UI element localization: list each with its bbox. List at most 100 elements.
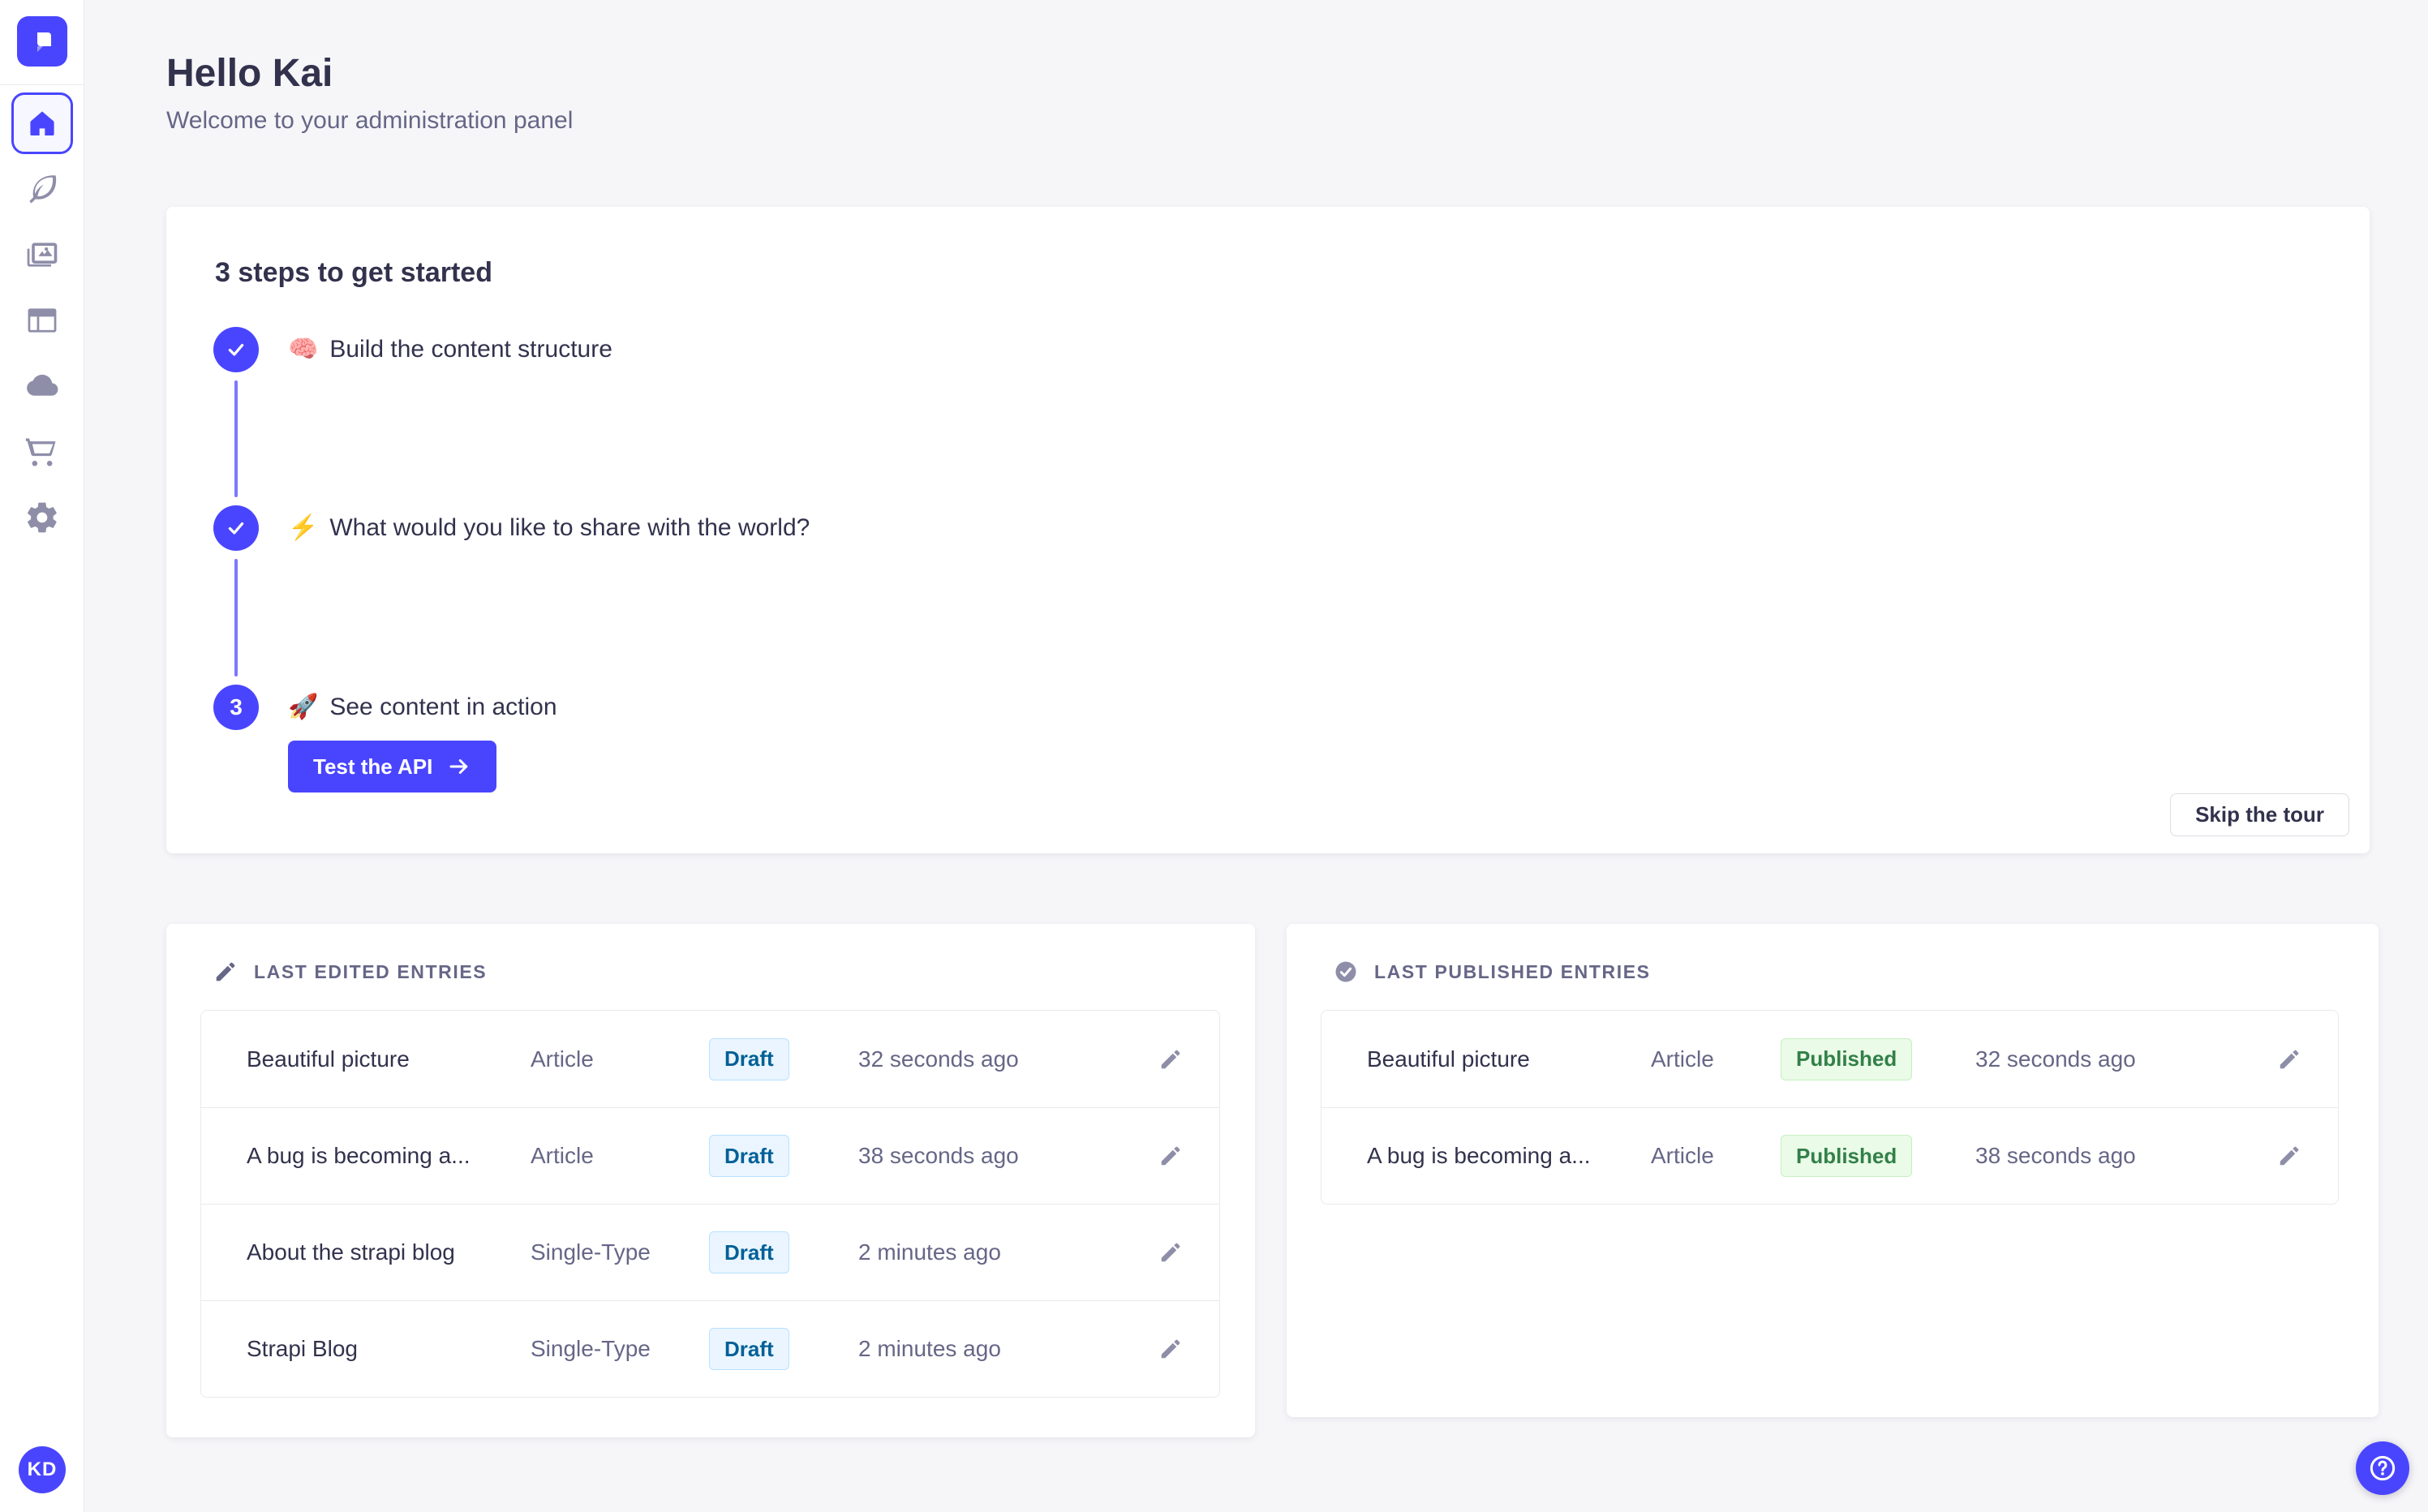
page-header: Hello Kai Welcome to your administration… <box>166 50 573 135</box>
edit-entry-button[interactable] <box>2270 1136 2309 1175</box>
status-badge: Draft <box>709 1037 789 1080</box>
edit-entry-button[interactable] <box>2270 1040 2309 1079</box>
pencil-icon <box>2280 1146 2299 1166</box>
table-row: A bug is becoming a... Article Published… <box>1321 1107 2338 1204</box>
entry-type: Single-Type <box>531 1336 651 1361</box>
entry-time: 38 seconds ago <box>1975 1143 2136 1168</box>
entry-name: Beautiful picture <box>1367 1046 1530 1072</box>
layout-icon <box>24 303 60 338</box>
last-published-panel: LAST PUBLISHED ENTRIES Beautiful picture… <box>1287 924 2379 1417</box>
sidebar-item-cloud[interactable] <box>0 353 84 419</box>
pencil-icon <box>213 960 238 984</box>
entry-type: Article <box>1651 1143 1714 1168</box>
user-avatar[interactable]: KD <box>19 1446 66 1493</box>
entry-name: Strapi Blog <box>247 1336 358 1361</box>
step-1-label: 🧠 Build the content structure <box>288 333 612 367</box>
step-3-indicator: 3 <box>213 685 259 730</box>
step-1-indicator <box>213 327 259 372</box>
question-mark-icon <box>2366 1452 2399 1484</box>
table-row: Beautiful picture Article Draft 32 secon… <box>201 1011 1219 1107</box>
pencil-icon <box>1161 1050 1180 1068</box>
pictures-icon <box>24 237 60 273</box>
entry-time: 32 seconds ago <box>1975 1046 2136 1072</box>
entry-name: Beautiful picture <box>247 1046 410 1072</box>
rocket-emoji: 🚀 <box>288 694 319 720</box>
step-1-text: Build the content structure <box>329 336 612 363</box>
skip-tour-button[interactable]: Skip the tour <box>2170 793 2349 836</box>
step-3-text: See content in action <box>329 694 557 720</box>
check-icon <box>226 339 247 360</box>
entry-name: About the strapi blog <box>247 1239 455 1265</box>
check-circle-icon <box>1334 960 1358 984</box>
gear-icon <box>24 500 60 535</box>
step-3-label: 🚀 See content in action <box>288 690 557 724</box>
entry-time: 32 seconds ago <box>858 1046 1019 1072</box>
page-title: Hello Kai <box>166 52 333 95</box>
sidebar-item-content-manager[interactable] <box>0 156 84 221</box>
onboarding-title: 3 steps to get started <box>215 257 492 288</box>
last-edited-table: Beautiful picture Article Draft 32 secon… <box>200 1010 1220 1398</box>
main-content: Hello Kai Welcome to your administration… <box>84 0 2428 1512</box>
status-badge: Draft <box>709 1231 789 1274</box>
status-badge: Draft <box>709 1135 789 1177</box>
pencil-icon <box>1161 1243 1180 1262</box>
feather-icon <box>25 172 59 206</box>
step-connector <box>234 559 238 677</box>
status-badge: Published <box>1781 1037 1913 1080</box>
sidebar-item-media-library[interactable] <box>0 221 84 287</box>
entry-type: Article <box>1651 1046 1714 1072</box>
sidebar-nav <box>0 90 84 550</box>
entry-type: Article <box>531 1046 594 1072</box>
help-button[interactable] <box>2356 1441 2409 1495</box>
last-edited-header: LAST EDITED ENTRIES <box>213 960 487 984</box>
strapi-logo[interactable] <box>17 16 67 67</box>
check-icon <box>226 518 247 539</box>
sidebar-item-marketplace[interactable] <box>0 419 84 484</box>
pencil-icon <box>2280 1050 2299 1068</box>
last-published-header: LAST PUBLISHED ENTRIES <box>1334 960 1651 984</box>
table-row: Beautiful picture Article Published 32 s… <box>1321 1011 2338 1107</box>
table-row: About the strapi blog Single-Type Draft … <box>201 1204 1219 1300</box>
entry-type: Article <box>531 1143 594 1168</box>
last-edited-title: LAST EDITED ENTRIES <box>254 960 488 982</box>
entry-time: 2 minutes ago <box>858 1239 1001 1265</box>
strapi-logo-icon <box>28 27 57 56</box>
edit-entry-button[interactable] <box>1151 1329 1190 1368</box>
test-api-button[interactable]: Test the API <box>288 741 497 793</box>
edit-entry-button[interactable] <box>1151 1233 1190 1272</box>
home-active-tile <box>11 92 73 154</box>
step-connector <box>234 380 238 497</box>
entry-name: A bug is becoming a... <box>1367 1143 1591 1168</box>
last-published-title: LAST PUBLISHED ENTRIES <box>1374 960 1651 982</box>
onboarding-card: 3 steps to get started 🧠 Build the conten… <box>166 207 2370 853</box>
edit-entry-button[interactable] <box>1151 1040 1190 1079</box>
brain-emoji: 🧠 <box>288 336 319 363</box>
entry-time: 38 seconds ago <box>858 1143 1019 1168</box>
pencil-icon <box>1161 1339 1180 1359</box>
step-3-number: 3 <box>230 694 243 719</box>
table-row: Strapi Blog Single-Type Draft 2 minutes … <box>201 1300 1219 1397</box>
pencil-icon <box>1161 1146 1180 1166</box>
sidebar-divider <box>0 84 84 85</box>
table-row: A bug is becoming a... Article Draft 38 … <box>201 1107 1219 1204</box>
lightning-emoji: ⚡ <box>288 514 319 541</box>
edit-entry-button[interactable] <box>1151 1136 1190 1175</box>
step-2-label: ⚡ What would you like to share with the w… <box>288 511 810 545</box>
last-edited-panel: LAST EDITED ENTRIES Beautiful picture Ar… <box>166 924 1255 1437</box>
sidebar-item-home[interactable] <box>0 90 84 156</box>
sidebar-item-settings[interactable] <box>0 484 84 550</box>
step-2-indicator <box>213 505 259 551</box>
cloud-icon <box>24 367 61 405</box>
home-icon <box>26 107 58 140</box>
skip-tour-label: Skip the tour <box>2195 802 2324 827</box>
entry-time: 2 minutes ago <box>858 1336 1001 1361</box>
sidebar-item-content-type-builder[interactable] <box>0 287 84 353</box>
step-2-text: What would you like to share with the wo… <box>329 514 810 541</box>
entry-type: Single-Type <box>531 1239 651 1265</box>
test-api-button-label: Test the API <box>313 754 433 779</box>
page-subtitle: Welcome to your administration panel <box>166 106 574 134</box>
entry-name: A bug is becoming a... <box>247 1143 471 1168</box>
arrow-right-icon <box>447 754 471 779</box>
status-badge: Published <box>1781 1135 1913 1177</box>
last-published-table: Beautiful picture Article Published 32 s… <box>1321 1010 2339 1205</box>
